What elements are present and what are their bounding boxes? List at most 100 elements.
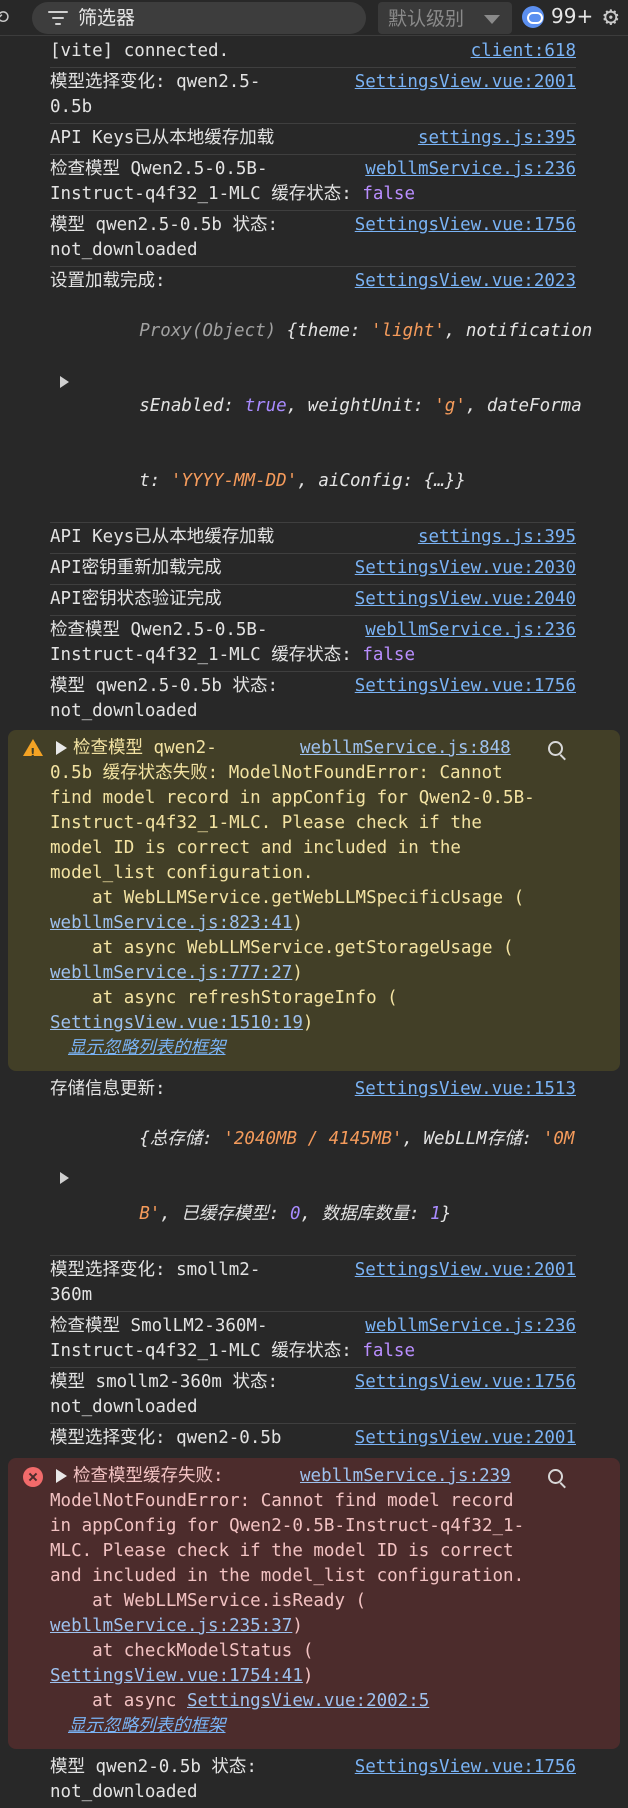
- warning-head-text: 检查模型 qwen2-: [73, 738, 217, 758]
- log-row: 存储信息更新: SettingsView.vue:1513 {总存储: '204…: [50, 1075, 576, 1256]
- source-link[interactable]: settings.js:395: [418, 525, 576, 550]
- log-row: 模型选择变化: smollm2- 360m SettingsView.vue:2…: [50, 1256, 576, 1312]
- search-icon[interactable]: [548, 741, 563, 756]
- show-ignored-frames-link[interactable]: 显示忽略列表的框架: [50, 1714, 620, 1739]
- stack-close: ): [302, 1013, 314, 1033]
- stack-line: webllmService.js:823:41): [50, 911, 620, 936]
- warning-message: 检查模型 qwen2- webllmService.js:848 0.5b 缓存…: [8, 730, 620, 1071]
- filter-icon: [48, 11, 68, 27]
- error-message: 检查模型缓存失败: webllmService.js:239 ModelNotF…: [8, 1458, 620, 1749]
- source-link[interactable]: SettingsView.vue:1756: [355, 213, 576, 238]
- log-text-part: Instruct-q4f32_1-MLC 缓存状态:: [50, 184, 363, 204]
- source-link[interactable]: settings.js:395: [418, 126, 576, 151]
- filter-placeholder: 筛选器: [78, 7, 136, 29]
- filter-input[interactable]: 筛选器: [32, 2, 366, 34]
- stack-close: ): [302, 1666, 314, 1686]
- log-row: 模型 qwen2.5-0.5b 状态: not_downloaded Setti…: [50, 211, 576, 267]
- expand-triangle-icon[interactable]: [56, 741, 67, 755]
- stack-line: at async refreshStorageInfo (: [50, 988, 398, 1008]
- source-link[interactable]: SettingsView.vue:1513: [355, 1077, 576, 1102]
- object-key: {总存储:: [139, 1129, 224, 1149]
- source-link[interactable]: SettingsView.vue:2023: [355, 269, 576, 294]
- message-bubble-icon[interactable]: [522, 6, 544, 28]
- object-preview[interactable]: sEnabled: true, weightUnit: 'g', dateFor…: [50, 369, 582, 444]
- show-ignored-frames-link[interactable]: 显示忽略列表的框架: [50, 1036, 620, 1061]
- stack-line: at WebLLMService.getWebLLMSpecificUsage …: [50, 888, 525, 908]
- object-preview[interactable]: B', 已缓存模型: 0, 数据库数量: 1}: [50, 1172, 576, 1252]
- object-preview[interactable]: Proxy(Object) {theme: 'light', notificat…: [50, 294, 592, 369]
- log-level-select[interactable]: 默认级别: [378, 2, 512, 34]
- gear-icon[interactable]: ⚙: [603, 3, 619, 31]
- stack-link[interactable]: webllmService.js:777:27: [50, 963, 292, 983]
- source-link[interactable]: webllmService.js:236: [365, 618, 576, 643]
- log-text: Instruct-q4f32_1-MLC 缓存状态: false: [50, 182, 576, 207]
- source-link[interactable]: SettingsView.vue:2001: [355, 1426, 576, 1451]
- warning-line: model_list configuration.: [50, 863, 314, 883]
- source-link[interactable]: webllmService.js:239: [300, 1464, 511, 1489]
- boolean-value: false: [362, 1341, 416, 1361]
- error-head-text: 检查模型缓存失败:: [73, 1466, 224, 1486]
- object-key: , WebLLM存储:: [402, 1129, 543, 1149]
- object-preview[interactable]: {总存储: '2040MB / 4145MB', WebLLM存储: '0M: [50, 1102, 576, 1177]
- log-row: 模型 qwen2-0.5b 状态: not_downloaded Setting…: [50, 1753, 576, 1808]
- log-row: [vite] connected. client:618: [50, 37, 576, 68]
- source-link[interactable]: webllmService.js:236: [365, 157, 576, 182]
- object-key: t:: [139, 471, 171, 491]
- stack-link[interactable]: webllmService.js:823:41: [50, 913, 292, 933]
- log-row: 模型 qwen2.5-0.5b 状态: not_downloaded Setti…: [50, 672, 576, 727]
- object-value: B': [139, 1204, 161, 1224]
- stack-line: at WebLLMService.isReady (: [50, 1591, 367, 1611]
- expand-triangle-icon[interactable]: [60, 376, 69, 388]
- log-row: 设置加载完成: SettingsView.vue:2023 Proxy(Obje…: [50, 267, 592, 523]
- log-row: API Keys已从本地缓存加载 settings.js:395: [50, 523, 576, 554]
- warning-icon: [23, 739, 43, 766]
- stack-link[interactable]: webllmService.js:235:37: [50, 1616, 292, 1636]
- stack-link[interactable]: SettingsView.vue:1754:41: [50, 1666, 303, 1686]
- stack-text: at async: [50, 1691, 187, 1711]
- source-link[interactable]: SettingsView.vue:2030: [355, 556, 576, 581]
- log-row: API密钥状态验证完成 SettingsView.vue:2040: [50, 585, 576, 616]
- warning-line: Instruct-q4f32_1-MLC. Please check if th…: [50, 813, 482, 833]
- source-link[interactable]: webllmService.js:236: [365, 1314, 576, 1339]
- error-line: in appConfig for Qwen2-0.5B-Instruct-q4f…: [50, 1516, 525, 1536]
- expand-triangle-icon[interactable]: [56, 1469, 67, 1483]
- stack-link[interactable]: SettingsView.vue:1510:19: [50, 1013, 303, 1033]
- source-link[interactable]: SettingsView.vue:1756: [355, 1370, 576, 1395]
- source-link[interactable]: SettingsView.vue:2001: [355, 70, 576, 95]
- stack-close: ): [292, 1616, 303, 1636]
- console-toolbar: ⟲ 筛选器 默认级别 99+ ⚙: [0, 0, 628, 36]
- log-text-part: Instruct-q4f32_1-MLC 缓存状态:: [50, 645, 363, 665]
- log-text: Instruct-q4f32_1-MLC 缓存状态: false: [50, 1339, 576, 1364]
- source-link[interactable]: SettingsView.vue:2001: [355, 1258, 576, 1283]
- source-link[interactable]: webllmService.js:848: [300, 736, 511, 761]
- search-icon[interactable]: [548, 1469, 563, 1484]
- expand-triangle-icon[interactable]: [60, 1172, 69, 1184]
- stack-line: SettingsView.vue:1754:41): [50, 1664, 620, 1689]
- object-value: 1: [430, 1204, 441, 1224]
- stack-line: SettingsView.vue:1510:19): [50, 1011, 620, 1036]
- log-row: API密钥重新加载完成 SettingsView.vue:2030: [50, 554, 576, 585]
- source-link[interactable]: SettingsView.vue:1756: [355, 674, 576, 699]
- object-value: true: [244, 396, 287, 416]
- source-link[interactable]: client:618: [471, 39, 576, 64]
- object-value: '0M: [542, 1129, 575, 1149]
- chevron-down-icon: [484, 15, 500, 24]
- log-text: Instruct-q4f32_1-MLC 缓存状态: false: [50, 643, 576, 668]
- log-text: not_downloaded: [50, 1782, 198, 1802]
- stack-link[interactable]: SettingsView.vue:2002:5: [187, 1691, 429, 1711]
- object-preview[interactable]: t: 'YYYY-MM-DD', aiConfig: {…}}: [50, 444, 576, 519]
- sidebar-toggle-icon[interactable]: ⟲: [0, 6, 12, 30]
- error-line: MLC. Please check if the model ID is cor…: [50, 1541, 514, 1561]
- log-row: 模型 smollm2-360m 状态: not_downloaded Setti…: [50, 1368, 576, 1424]
- error-icon: [23, 1467, 43, 1487]
- log-text: not_downloaded: [50, 240, 198, 260]
- source-link[interactable]: SettingsView.vue:2040: [355, 587, 576, 612]
- stack-close: ): [292, 963, 303, 983]
- log-row: 检查模型 Qwen2.5-0.5B- Instruct-q4f32_1-MLC …: [50, 155, 576, 211]
- object-key: , dateForma: [465, 396, 582, 416]
- source-link[interactable]: SettingsView.vue:1756: [355, 1755, 576, 1780]
- warning-line: 0.5b 缓存状态失败: ModelNotFoundError: Cannot: [50, 763, 503, 783]
- warning-line: model ID is correct and included in the: [50, 838, 461, 858]
- stack-line: at checkModelStatus (: [50, 1641, 314, 1661]
- stack-line: webllmService.js:235:37): [50, 1614, 620, 1639]
